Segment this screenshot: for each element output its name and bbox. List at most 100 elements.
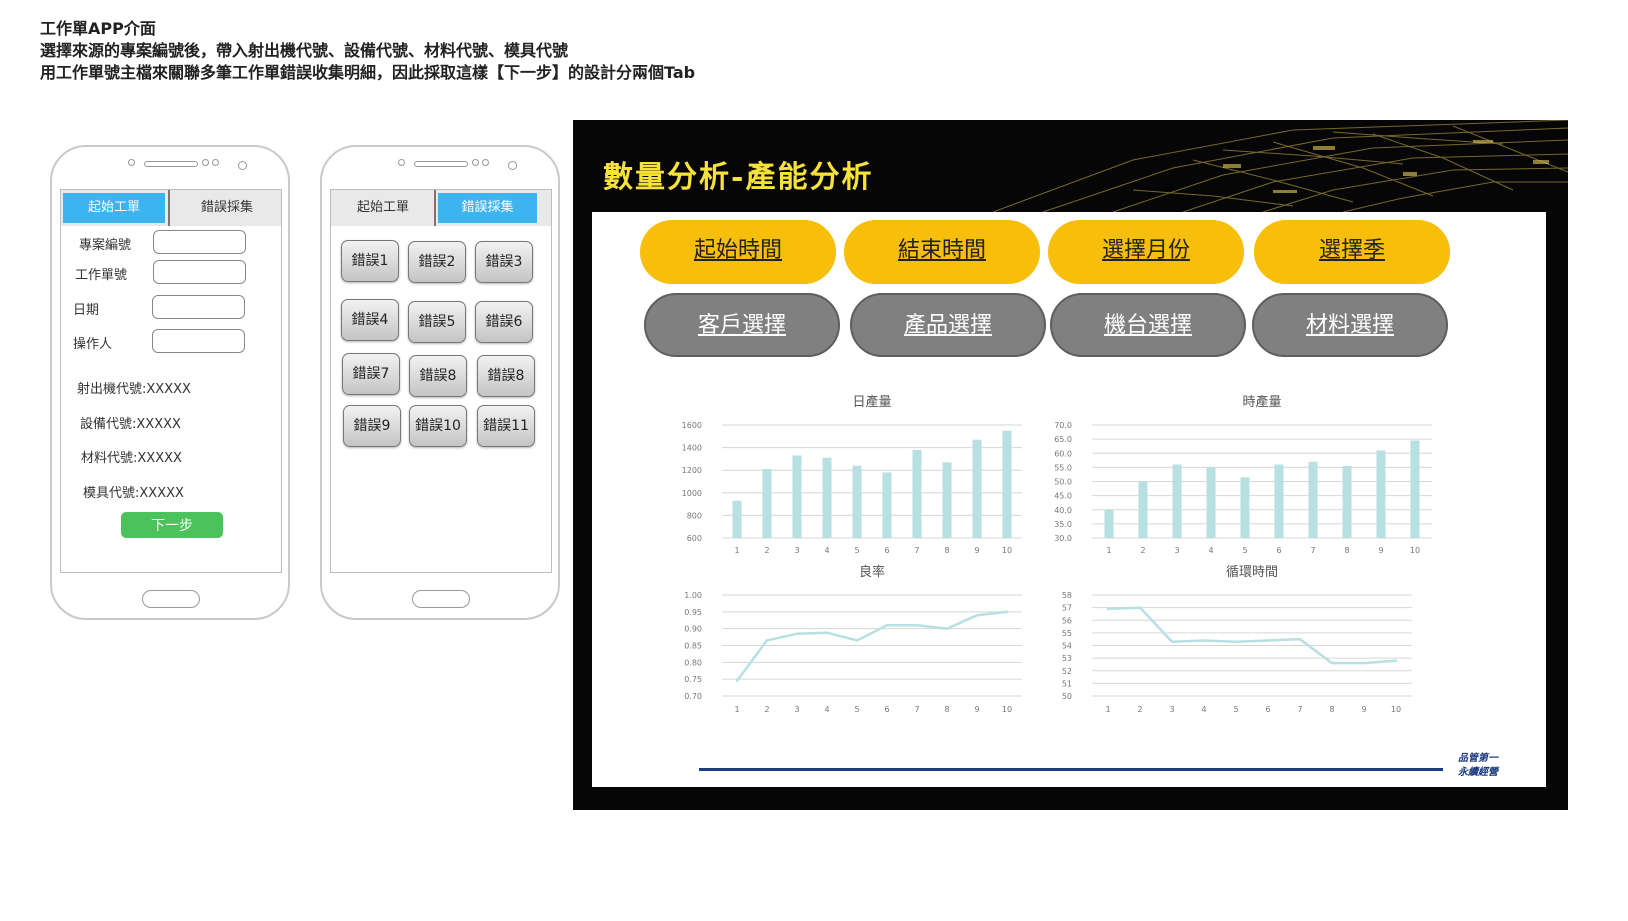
y-tick-label: 1000	[682, 489, 702, 498]
footer-logo-line-1: 品管第一	[1458, 753, 1498, 764]
next-step-button[interactable]: 下一步	[121, 512, 223, 538]
x-tick-label: 7	[914, 546, 919, 555]
project-id-label: 專案編號	[79, 238, 132, 253]
error-button[interactable]: 錯誤3	[475, 241, 533, 283]
camera-icon	[128, 159, 135, 166]
data-point	[1106, 607, 1110, 611]
error-button[interactable]: 錯誤10	[409, 405, 467, 447]
error-button[interactable]: 錯誤2	[408, 241, 466, 283]
home-button[interactable]	[412, 590, 470, 608]
bar	[882, 472, 892, 538]
sensor-icon	[482, 159, 489, 166]
tab-error-collect[interactable]: 錯誤採集	[173, 193, 281, 223]
y-tick-label: 54	[1062, 642, 1072, 651]
tab-bar: 起始工單 錯誤採集	[331, 190, 551, 226]
y-tick-label: 56	[1062, 616, 1072, 625]
intro-line-1: 工作單APP介面	[40, 19, 156, 38]
y-tick-label: 50	[1062, 692, 1072, 701]
tab-bar: 起始工單 錯誤採集	[61, 190, 281, 226]
bar	[852, 465, 862, 538]
y-tick-label: 58	[1062, 591, 1072, 600]
charts-area: 日產量16001400120010008006001 2 3 4 5 6 7 8 9 10時產量7…	[682, 394, 1432, 714]
tab-start-workorder[interactable]: 起始工單	[333, 193, 433, 223]
data-point	[1298, 637, 1302, 641]
tab-start-workorder[interactable]: 起始工單	[63, 193, 165, 223]
data-point	[1138, 606, 1142, 609]
y-tick-label: 65.0	[1054, 435, 1072, 444]
equipment-code: 設備代號:XXXXX	[80, 417, 181, 432]
data-point	[825, 631, 829, 634]
error-button[interactable]: 錯誤11	[477, 405, 535, 447]
y-tick-label: 53	[1062, 654, 1072, 663]
y-tick-label: 1200	[682, 466, 702, 475]
data-point	[855, 639, 859, 642]
y-tick-label: 70.0	[1054, 421, 1072, 430]
home-button[interactable]	[142, 590, 200, 608]
error-button[interactable]: 錯誤4	[341, 299, 399, 341]
bar	[1308, 461, 1318, 538]
bar	[1138, 481, 1148, 538]
y-tick-label: 35.0	[1054, 520, 1072, 529]
x-tick-label: 9	[974, 705, 979, 714]
error-button[interactable]: 錯誤8	[477, 355, 535, 397]
material-code: 材料代號:XXXXX	[81, 451, 182, 466]
x-tick-label: 2	[1140, 546, 1145, 555]
x-tick-label: 6	[884, 705, 889, 714]
y-tick-label: 55.0	[1054, 463, 1072, 472]
workorder-id-label: 工作單號	[75, 268, 128, 283]
error-button[interactable]: 錯誤1	[341, 240, 399, 282]
y-tick-label: 1600	[682, 421, 702, 430]
y-tick-label: 52	[1062, 667, 1072, 676]
x-tick-label: 6	[1276, 546, 1281, 555]
footer-divider	[699, 768, 1443, 771]
x-tick-label: 3	[1174, 546, 1179, 555]
y-tick-label: 0.80	[684, 658, 702, 667]
data-point	[735, 679, 739, 683]
y-tick-label: 60.0	[1054, 449, 1072, 458]
tab-divider	[434, 190, 436, 226]
speaker-icon	[144, 161, 198, 167]
y-tick-label: 51	[1062, 679, 1072, 688]
x-tick-label: 8	[1344, 546, 1349, 555]
y-tick-label: 600	[687, 534, 702, 543]
project-id-input[interactable]	[153, 230, 246, 254]
data-point	[885, 624, 889, 627]
x-tick-label: 4	[1201, 705, 1206, 714]
x-tick-label: 4	[824, 705, 829, 714]
front-camera-icon	[508, 161, 517, 170]
data-point	[1266, 639, 1270, 642]
workorder-id-input[interactable]	[153, 260, 246, 284]
sensor-icon	[212, 159, 219, 166]
error-button[interactable]: 錯誤7	[342, 353, 400, 395]
x-tick-label: 10	[1391, 705, 1401, 714]
x-tick-label: 2	[764, 546, 769, 555]
date-input[interactable]	[152, 295, 245, 319]
x-tick-label: 8	[944, 705, 949, 714]
operator-input[interactable]	[152, 329, 245, 353]
data-point	[1362, 661, 1366, 665]
y-tick-label: 50.0	[1054, 478, 1072, 487]
x-tick-label: 3	[794, 705, 799, 714]
x-tick-label: 9	[1361, 705, 1366, 714]
bar	[1240, 477, 1250, 538]
y-tick-label: 1.00	[684, 591, 702, 600]
x-tick-label: 4	[1208, 546, 1213, 555]
bar	[942, 462, 952, 538]
phone-mockup-start: 起始工單 錯誤採集 專案編號 工作單號 日期 操作人 射出機代號:XXXXX 設…	[50, 145, 290, 620]
tab-error-collect[interactable]: 錯誤採集	[438, 193, 537, 223]
error-button[interactable]: 錯誤6	[475, 301, 533, 343]
x-tick-label: 8	[944, 546, 949, 555]
y-tick-label: 55	[1062, 629, 1072, 638]
dashboard-body: 起始時間 結束時間 選擇月份 選擇季 客戶選擇 產品選擇 機台選擇 材料選擇 日…	[592, 212, 1546, 787]
intro-line-2: 選擇來源的專案編號後，帶入射出機代號、設備代號、材料代號、模具代號	[40, 41, 569, 60]
bar	[732, 500, 742, 538]
x-tick-label: 1	[1105, 705, 1110, 714]
capacity-analysis-slide: 數量分析-產能分析 起始時間 結束時間 選擇月份 選擇季 客戶選擇 產品選擇 機…	[573, 120, 1568, 810]
error-button[interactable]: 錯誤8	[409, 355, 467, 397]
bar	[972, 439, 982, 538]
error-button[interactable]: 錯誤9	[343, 405, 401, 447]
speaker-icon	[414, 161, 468, 167]
data-point	[975, 614, 979, 617]
chart-title: 循環時間	[1226, 565, 1278, 580]
error-button[interactable]: 錯誤5	[408, 301, 466, 343]
